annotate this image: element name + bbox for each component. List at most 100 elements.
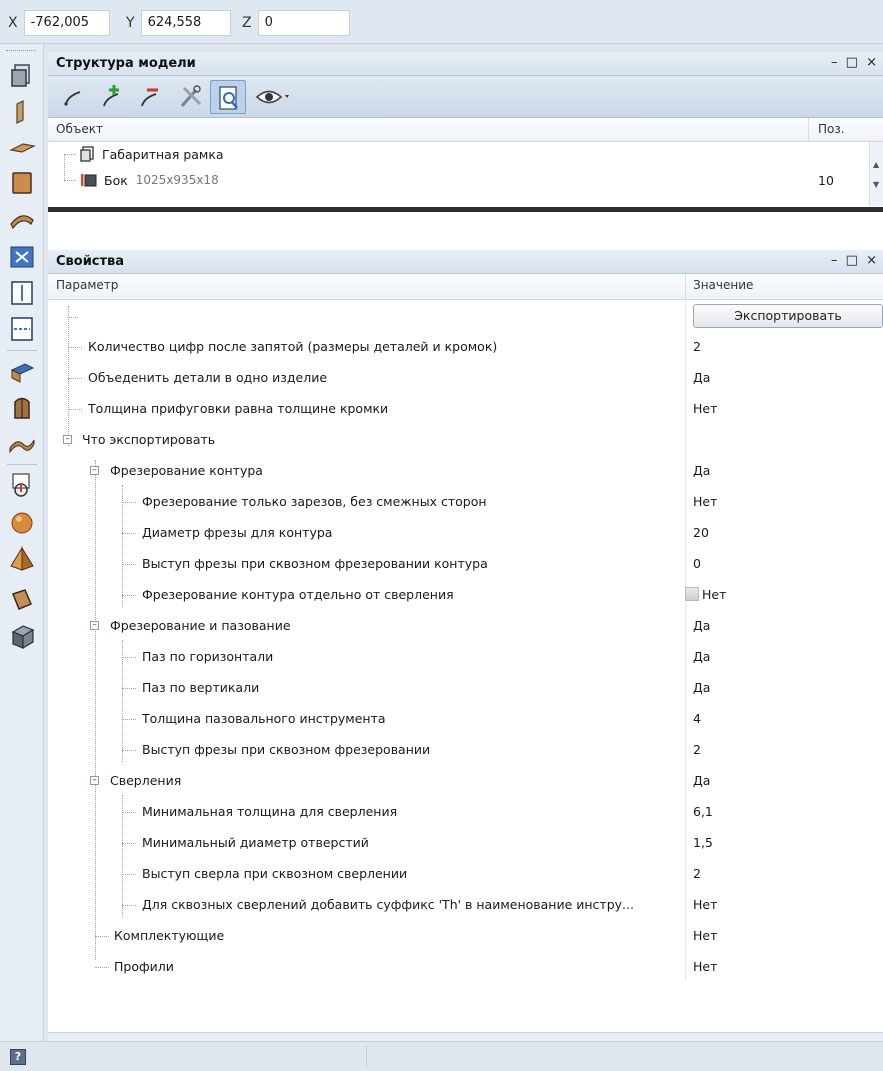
property-row[interactable]: Паз по горизонтали Да [48,641,883,672]
property-value[interactable]: Нет [693,897,717,912]
front-panel-icon[interactable] [7,168,37,198]
collapse-icon[interactable]: – [90,621,99,630]
col-value-header[interactable]: Значение [693,278,753,292]
tools-icon[interactable] [176,82,206,112]
property-row[interactable]: Выступ сверла при сквозном сверлении 2 [48,858,883,889]
property-value[interactable]: Да [693,463,710,478]
collapse-icon[interactable]: – [63,435,72,444]
property-value[interactable]: 20 [693,525,709,540]
tree-line [122,874,136,875]
remove-connection-icon[interactable] [136,82,166,112]
cabinet-icon[interactable] [7,620,37,650]
properties-panel-header: Свойства – □ × [48,250,883,274]
property-row[interactable]: Комплектующие Нет [48,920,883,951]
column-divider [808,118,809,142]
property-row[interactable]: Минимальный диаметр отверстий 1,5 [48,827,883,858]
scroll-down-icon[interactable]: ▼ [873,180,879,189]
property-value[interactable]: Да [693,618,710,633]
col-pos-header[interactable]: Поз. [818,122,845,136]
tree-item-side[interactable]: Бок 1025x935x18 [80,168,219,192]
property-row[interactable]: Толщина пазовального инструмента 4 [48,703,883,734]
left-toolbar [0,44,44,1041]
frame-tool-icon[interactable] [7,60,37,90]
scroll-up-icon[interactable]: ▲ [873,160,879,169]
checkbox-label: Нет [702,587,727,602]
property-value[interactable]: 0 [693,556,701,571]
property-group-row[interactable]: – Фрезерование контура Да [48,455,883,486]
property-row[interactable]: Фрезерование только зарезов, без смежных… [48,486,883,517]
x-label: X [8,15,18,31]
box-part-icon[interactable] [7,584,37,614]
view-toggle-button[interactable] [210,80,246,114]
property-group-row[interactable]: – Что экспортировать [48,424,883,455]
drawer-icon[interactable] [7,356,37,386]
wave-panel-icon[interactable] [7,428,37,458]
connect-icon[interactable] [60,82,90,112]
horizontal-panel-icon[interactable] [7,132,37,162]
property-row[interactable]: Диаметр фрезы для контура 20 [48,517,883,548]
grid-frame-icon[interactable] [7,242,37,272]
horizontal-divider-icon[interactable] [7,314,37,344]
property-value[interactable]: Да [693,370,710,385]
panel-window-controls[interactable]: – □ × [831,253,879,268]
property-name: Диаметр фрезы для контура [142,525,333,540]
panel-window-controls[interactable]: – □ × [831,55,879,70]
property-group-row[interactable]: – Сверления Да [48,765,883,796]
help-icon[interactable]: ? [10,1049,26,1065]
property-name: Минимальная толщина для сверления [142,804,398,819]
property-row[interactable]: Количество цифр после запятой (размеры д… [48,331,883,362]
property-value[interactable]: Нет [693,494,717,509]
export-button[interactable]: Экспортировать [693,304,883,328]
property-name: Паз по горизонтали [142,649,274,664]
property-value[interactable]: 1,5 [693,835,713,850]
y-field[interactable]: 624,558 [140,10,231,36]
property-row[interactable]: Выступ фрезы при сквозном фрезеровании к… [48,548,883,579]
toolbar-grip[interactable] [6,50,36,53]
property-row[interactable]: Объеденить детали в одно изделие Да [48,362,883,393]
checkbox[interactable] [685,587,699,601]
property-value-checkbox[interactable]: Нет [685,587,726,602]
property-row[interactable]: Профили Нет [48,951,883,982]
visibility-dropdown-icon[interactable] [254,82,294,112]
property-value[interactable]: Да [693,680,710,695]
drill-tool-icon[interactable] [7,470,37,500]
curved-panel-icon[interactable] [7,204,37,234]
add-connection-icon[interactable] [98,82,128,112]
property-row[interactable]: Фрезерование контура отдельно от сверлен… [48,579,883,610]
tree-line [122,595,136,596]
property-row[interactable]: Толщина прифуговки равна толщине кромки … [48,393,883,424]
export-row: Экспортировать [48,300,883,331]
col-object-header[interactable]: Объект [56,122,103,136]
col-param-header[interactable]: Параметр [56,278,118,292]
property-value[interactable]: 2 [693,339,701,354]
property-value[interactable]: Нет [693,401,717,416]
sphere-icon[interactable] [7,508,37,538]
property-value[interactable]: Нет [693,959,717,974]
property-row[interactable]: Выступ фрезы при сквозном фрезеровании 2 [48,734,883,765]
property-value[interactable]: Нет [693,928,717,943]
property-value[interactable]: 2 [693,866,701,881]
structure-scrollbar[interactable]: ▲ ▼ [869,142,883,206]
collapse-icon[interactable]: – [90,466,99,475]
panel-gap [48,212,883,250]
vertical-divider-icon[interactable] [7,278,37,308]
door-icon[interactable] [7,392,37,422]
property-value[interactable]: 4 [693,711,701,726]
collapse-icon[interactable]: – [90,776,99,785]
tree-item-frame[interactable]: Габаритная рамка [80,142,224,166]
property-value[interactable]: 6,1 [693,804,713,819]
structure-table-header: Объект Поз. [48,118,883,142]
coordinate-bar: X -762,005 Y 624,558 Z 0 [0,0,883,44]
vertical-panel-icon[interactable] [7,96,37,126]
property-row[interactable]: Минимальная толщина для сверления 6,1 [48,796,883,827]
tree-line [122,533,136,534]
property-row[interactable]: Для сквозных сверлений добавить суффикс … [48,889,883,920]
property-row[interactable]: Паз по вертикали Да [48,672,883,703]
property-group-row[interactable]: – Фрезерование и пазование Да [48,610,883,641]
property-value[interactable]: 2 [693,742,701,757]
property-value[interactable]: Да [693,773,710,788]
property-value[interactable]: Да [693,649,710,664]
pyramid-icon[interactable] [7,544,37,574]
z-field[interactable]: 0 [257,10,350,36]
x-field[interactable]: -762,005 [23,10,110,36]
